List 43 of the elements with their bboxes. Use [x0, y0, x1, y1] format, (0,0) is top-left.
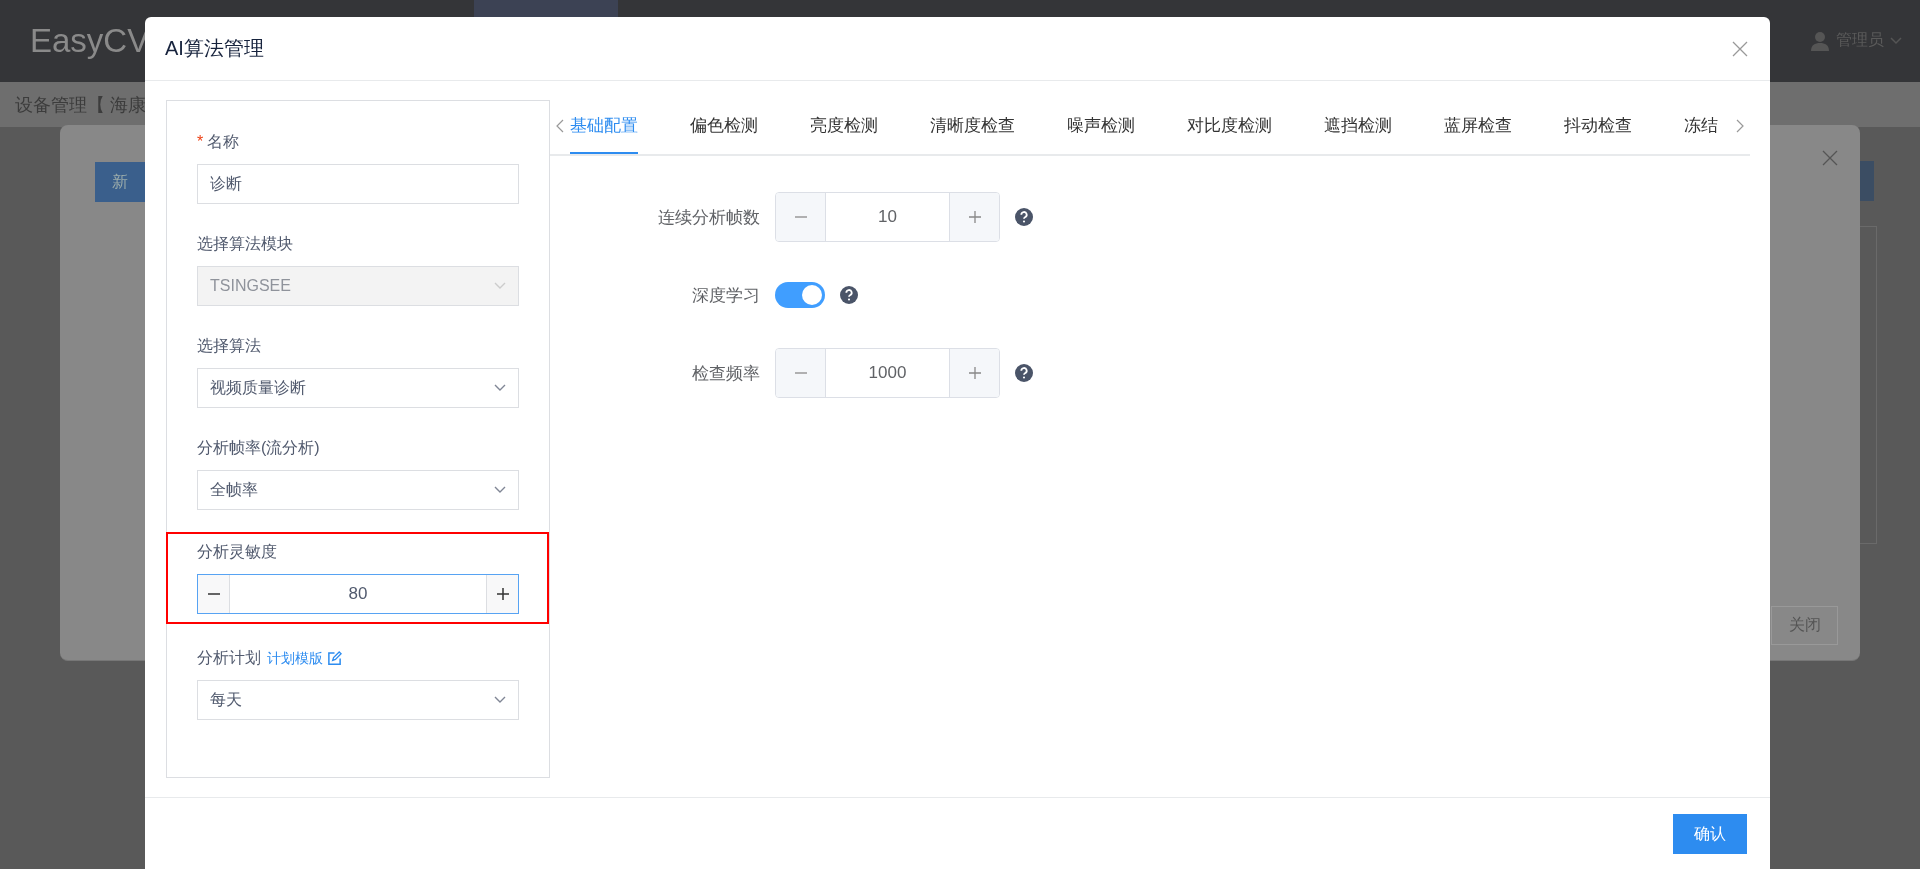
- help-icon[interactable]: [1015, 364, 1033, 382]
- nav-tab[interactable]: [474, 0, 618, 20]
- tab[interactable]: 遮挡检测: [1324, 98, 1392, 154]
- tab[interactable]: 基础配置: [570, 98, 638, 154]
- chevron-icon: [494, 282, 506, 290]
- user-icon: [1810, 30, 1830, 51]
- setting-label: 连续分析帧数: [657, 206, 761, 229]
- edit-icon[interactable]: [327, 650, 342, 666]
- tab[interactable]: 抖动检查: [1564, 98, 1632, 154]
- tab[interactable]: 对比度检测: [1187, 98, 1272, 154]
- help-icon[interactable]: [840, 286, 858, 304]
- field-label: 选择算法模块: [197, 234, 293, 254]
- input-field[interactable]: 诊断: [197, 164, 519, 204]
- field-label: 分析灵敏度: [197, 542, 277, 562]
- field-label: 选择算法: [197, 336, 261, 356]
- select-field[interactable]: 全帧率: [197, 470, 519, 510]
- tab[interactable]: 噪声检测: [1067, 98, 1135, 154]
- dialog-title: AI算法管理: [165, 36, 264, 61]
- tab[interactable]: 偏色检测: [690, 98, 758, 154]
- field-label: 分析计划: [197, 648, 261, 668]
- chevron-icon: [1890, 36, 1902, 45]
- close-icon[interactable]: [1822, 150, 1838, 166]
- field-label: 名称: [207, 132, 240, 152]
- tab[interactable]: 冻结: [1684, 98, 1718, 154]
- template-link[interactable]: 计划模版: [267, 646, 323, 670]
- chevron-icon: [494, 486, 506, 494]
- help-icon[interactable]: [1015, 208, 1033, 226]
- chevron-left-icon[interactable]: [556, 119, 564, 133]
- toggle-switch[interactable]: [775, 282, 825, 308]
- chevron-right-icon[interactable]: [1736, 119, 1744, 133]
- logo-text: EasyCV: [30, 22, 150, 60]
- required-mark: *: [197, 132, 204, 152]
- field-label: 分析帧率(流分析): [197, 438, 320, 458]
- chevron-icon: [494, 384, 506, 392]
- close-icon[interactable]: [1732, 40, 1748, 57]
- select-field[interactable]: 视频质量诊断: [197, 368, 519, 408]
- setting-label: 深度学习: [691, 284, 761, 307]
- tab[interactable]: 亮度检测: [810, 98, 878, 154]
- setting-label: 检查频率: [691, 362, 761, 385]
- select-field[interactable]: 每天: [197, 680, 519, 720]
- tab[interactable]: 清晰度检查: [930, 98, 1015, 154]
- chevron-icon: [494, 696, 506, 704]
- tab[interactable]: 蓝屏检查: [1444, 98, 1512, 154]
